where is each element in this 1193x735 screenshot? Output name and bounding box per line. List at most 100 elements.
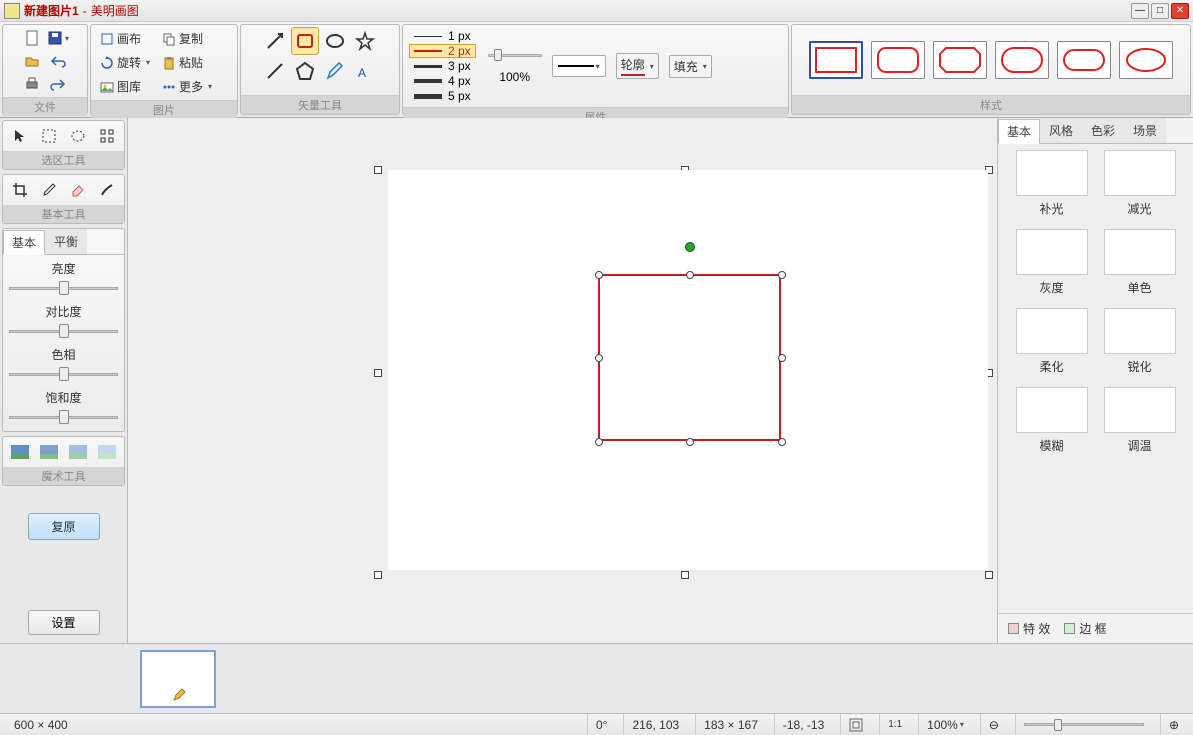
zoom-out-button[interactable]: ⊖ [980, 714, 1007, 735]
fx-temperature[interactable]: 调温 [1101, 387, 1179, 462]
line-tool[interactable] [261, 57, 289, 85]
rect-handle-bc[interactable] [686, 438, 694, 446]
magic-1[interactable] [8, 441, 32, 463]
lw-3px[interactable]: 3 px [409, 59, 476, 73]
hue-slider[interactable] [9, 366, 118, 382]
magic-4[interactable] [95, 441, 119, 463]
cat-effects[interactable]: 特 效 [1008, 620, 1050, 637]
rect-handle-tc[interactable] [686, 271, 694, 279]
magic-2[interactable] [37, 441, 61, 463]
copy-button[interactable]: 复制 [157, 27, 217, 50]
eraser-tool[interactable] [66, 179, 90, 201]
rect-handle-tr[interactable] [778, 271, 786, 279]
saturation-slider[interactable] [9, 409, 118, 425]
bbox-handle-br[interactable] [985, 571, 993, 579]
minimize-button[interactable]: — [1131, 3, 1149, 19]
fx-reduce-light[interactable]: 减光 [1101, 150, 1179, 225]
rect-handle-mr[interactable] [778, 354, 786, 362]
fx-blur[interactable]: 模糊 [1013, 387, 1091, 462]
undo-button[interactable] [46, 50, 70, 72]
lw-4px[interactable]: 4 px [409, 74, 476, 88]
restore-button[interactable]: 复原 [28, 513, 100, 540]
fx-sharpen[interactable]: 锐化 [1101, 308, 1179, 383]
lw-1px[interactable]: 1 px [409, 29, 476, 43]
canvas-area[interactable] [128, 118, 997, 643]
bbox-handle-tl[interactable] [374, 166, 382, 174]
bbox-handle-bl[interactable] [374, 571, 382, 579]
rect-handle-br[interactable] [778, 438, 786, 446]
new-button[interactable] [20, 27, 44, 49]
crop-tool[interactable] [8, 179, 32, 201]
rotate-label: 旋转 [117, 54, 141, 71]
style-cutcorner[interactable] [933, 41, 987, 79]
fx-fill-light[interactable]: 补光 [1013, 150, 1091, 225]
zoom-slider[interactable] [1024, 718, 1144, 732]
canvas[interactable] [388, 170, 988, 570]
bbox-handle-ml[interactable] [374, 369, 382, 377]
lw-5px[interactable]: 5 px [409, 89, 476, 103]
tab-basic-adjust[interactable]: 基本 [3, 230, 45, 255]
pencil-tool[interactable] [321, 57, 349, 85]
zoom-in-button[interactable]: ⊕ [1160, 714, 1187, 735]
bbox-handle-bc[interactable] [681, 571, 689, 579]
rect-select-tool[interactable] [37, 125, 61, 147]
brightness-slider[interactable] [9, 280, 118, 296]
contrast-slider[interactable] [9, 323, 118, 339]
status-fit-icon[interactable] [840, 714, 871, 735]
magic-3[interactable] [66, 441, 90, 463]
rect-handle-ml[interactable] [595, 354, 603, 362]
paste-button[interactable]: 粘贴 [157, 51, 217, 74]
lw-2px[interactable]: 2 px [409, 44, 476, 58]
status-1to1-icon[interactable]: 1:1 [879, 714, 910, 735]
ellipse-select-tool[interactable] [66, 125, 90, 147]
rotation-handle[interactable] [685, 242, 695, 252]
save-button[interactable] [46, 27, 70, 49]
opacity-slider[interactable] [488, 48, 542, 62]
drawn-rectangle[interactable] [598, 274, 781, 441]
fill-dropdown[interactable]: 填充 [669, 55, 712, 78]
library-button[interactable]: 图库 [95, 75, 155, 98]
canvas-button[interactable]: 画布 [95, 27, 155, 50]
arrow-tool[interactable] [261, 27, 289, 55]
rect-handle-bl[interactable] [595, 438, 603, 446]
line-style-dropdown[interactable] [552, 55, 606, 77]
style-ellipse[interactable] [1119, 41, 1173, 79]
rtab-style[interactable]: 风格 [1040, 118, 1082, 143]
status-bar: 600 × 400 0° 216, 103 183 × 167 -18, -13… [0, 713, 1193, 735]
outline-dropdown[interactable]: 轮廓 [616, 53, 659, 79]
open-button[interactable] [20, 50, 44, 72]
eyedropper-tool[interactable] [37, 179, 61, 201]
status-offset: -18, -13 [774, 714, 832, 735]
lw-4-label: 4 px [448, 74, 471, 88]
rectangle-tool[interactable] [291, 27, 319, 55]
fx-soften[interactable]: 柔化 [1013, 308, 1091, 383]
style-pill-tall[interactable] [995, 41, 1049, 79]
rect-handle-tl[interactable] [595, 271, 603, 279]
cat-borders[interactable]: 边 框 [1064, 620, 1106, 637]
polygon-tool[interactable] [291, 57, 319, 85]
rtab-color[interactable]: 色彩 [1082, 118, 1124, 143]
tab-balance-adjust[interactable]: 平衡 [45, 229, 87, 254]
more-button[interactable]: 更多 [157, 75, 217, 98]
redo-button[interactable] [46, 73, 70, 95]
fx-grayscale[interactable]: 灰度 [1013, 229, 1091, 304]
status-zoom[interactable]: 100% [918, 714, 972, 735]
fx-monochrome[interactable]: 单色 [1101, 229, 1179, 304]
settings-button[interactable]: 设置 [28, 610, 100, 635]
star-tool[interactable] [351, 27, 379, 55]
text-tool[interactable]: A [351, 57, 379, 85]
brush-tool[interactable] [95, 179, 119, 201]
close-button[interactable]: ✕ [1171, 3, 1189, 19]
style-pill[interactable] [1057, 41, 1111, 79]
rotate-button[interactable]: 旋转 [95, 51, 155, 74]
maximize-button[interactable]: □ [1151, 3, 1169, 19]
rtab-scene[interactable]: 场景 [1124, 118, 1166, 143]
document-thumbnail[interactable] [140, 650, 216, 708]
style-rect[interactable] [809, 41, 863, 79]
lasso-select-tool[interactable] [95, 125, 119, 147]
print-button[interactable] [20, 73, 44, 95]
pointer-tool[interactable] [8, 125, 32, 147]
ellipse-tool[interactable] [321, 27, 349, 55]
style-rounded[interactable] [871, 41, 925, 79]
rtab-basic[interactable]: 基本 [998, 119, 1040, 144]
